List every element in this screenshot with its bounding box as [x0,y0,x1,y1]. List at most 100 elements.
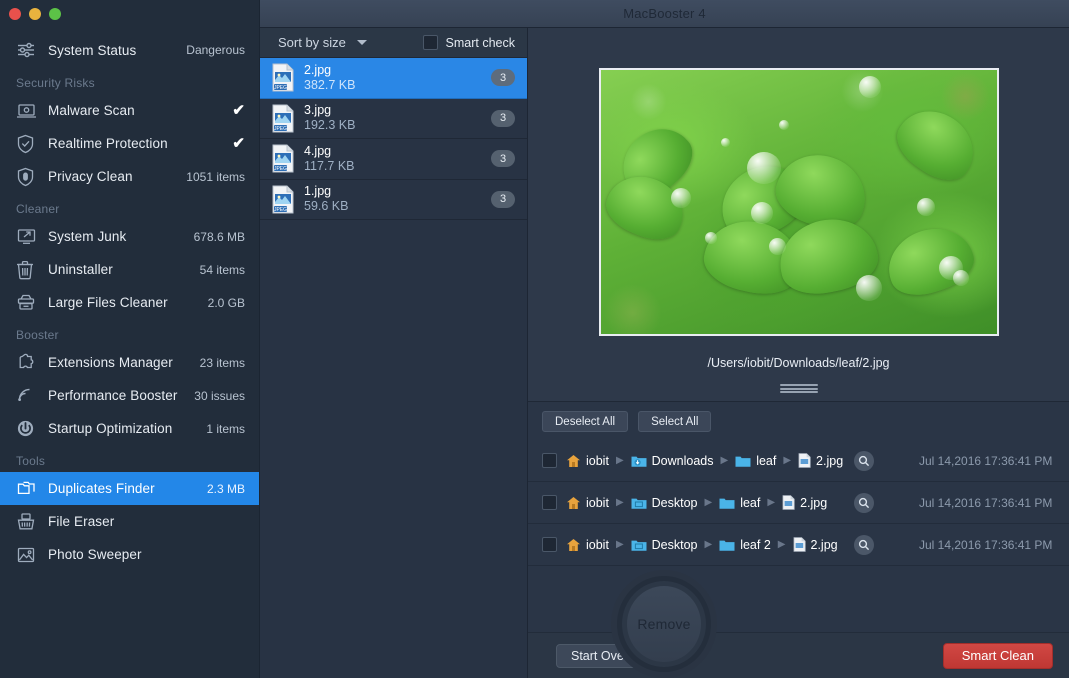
resize-handle[interactable] [779,384,818,393]
sidebar-item-label: System Junk [48,229,127,244]
selection-buttons: Deselect All Select All [528,411,1069,440]
sort-dropdown-label: Sort by size [278,35,346,50]
sidebar-item-label: Startup Optimization [48,421,173,436]
breadcrumb-item[interactable]: iobit [566,496,609,510]
breadcrumb-separator: ▶ [720,455,729,466]
breadcrumb-separator: ▶ [615,455,624,466]
list-item-text: 2.jpg 382.7 KB [304,63,482,93]
sidebar-item-value: 678.6 MB [193,229,245,244]
magnifier-icon[interactable] [854,450,874,471]
breadcrumb-separator: ▶ [767,497,776,508]
sidebar-item-realtime-protection[interactable]: Realtime Protection ✔ [0,127,259,160]
folder-icon [719,498,735,509]
smart-check-control[interactable]: Smart check [422,35,515,50]
breadcrumb-item[interactable]: leaf [719,496,760,510]
sidebar-item-large-files-cleaner[interactable]: Large Files Cleaner 2.0 GB [0,286,259,319]
smart-clean-button[interactable]: Smart Clean [942,642,1053,669]
breadcrumb-label: 2.jpg [810,537,838,552]
breadcrumb-item[interactable]: 2.jpg [793,537,838,552]
power-icon [16,419,42,438]
breadcrumb-item[interactable]: Downloads [631,454,713,468]
modified-date: Jul 14,2016 17:36:41 PM [919,495,1053,510]
row-checkbox[interactable] [542,495,557,510]
list-item-text: 1.jpg 59.6 KB [304,184,482,214]
file-name: 1.jpg [304,184,332,199]
photo-icon [16,546,42,564]
sidebar-item-performance-booster[interactable]: Performance Booster 30 issues [0,379,259,412]
sidebar-item-label: Realtime Protection [48,136,168,151]
file-name: 3.jpg [304,103,332,118]
magnifier-icon[interactable] [854,492,874,513]
file-name: 4.jpg [304,143,332,158]
breadcrumb-item[interactable]: leaf [735,454,776,468]
breadcrumb-item[interactable]: Desktop [631,496,698,510]
malware-laptop-icon [16,103,42,119]
sidebar-item-label: Extensions Manager [48,355,173,370]
sidebar-item-system-junk[interactable]: System Junk 678.6 MB [0,220,259,253]
sidebar-item-duplicates-finder[interactable]: Duplicates Finder 2.3 MB [0,472,259,505]
duplicate-count-badge: 3 [491,109,515,127]
smart-check-checkbox[interactable] [422,35,438,50]
footer-bar: Start Over Smart Clean [528,632,1069,678]
breadcrumb-separator: ▶ [783,455,792,466]
large-files-icon [16,293,42,312]
row-checkbox[interactable] [542,453,557,468]
sidebar-item-startup-optimization[interactable]: Startup Optimization 1 items [0,412,259,445]
sidebar-item-label: Uninstaller [48,262,113,277]
sidebar-group-security-risks: Security Risks [16,76,95,90]
row-checkbox[interactable] [542,537,557,552]
breadcrumb: iobit ▶ Desktop ▶ leaf 2 ▶ 2.jpg [566,537,838,552]
list-item[interactable]: JPEG 1.jpg 59.6 KB 3 [260,180,527,220]
sort-dropdown[interactable]: Sort by size [278,35,367,50]
sidebar-item-file-eraser[interactable]: File Eraser [0,505,259,538]
minimize-button[interactable] [29,8,41,20]
sidebar-item-photo-sweeper[interactable]: Photo Sweeper [0,538,259,571]
list-item[interactable]: JPEG 3.jpg 192.3 KB 3 [260,99,527,139]
list-item-text: 3.jpg 192.3 KB [304,103,482,133]
file-list[interactable]: JPEG 2.jpg 382.7 KB 3 JPEG 3.jpg 192.3 K… [260,58,527,678]
breadcrumb-item[interactable]: iobit [566,538,609,552]
breadcrumb-item[interactable]: leaf 2 [719,538,771,552]
window-controls [0,0,259,28]
breadcrumb-item[interactable]: Desktop [631,538,698,552]
desktop-folder-icon [631,540,647,551]
breadcrumb-item[interactable]: 2.jpg [798,453,843,468]
sidebar-item-label: Large Files Cleaner [48,295,168,310]
monitor-arrow-icon [16,228,42,245]
file-size: 117.7 KB [304,158,355,173]
magnifier-icon[interactable] [854,534,874,555]
jpeg-file-icon: JPEG [271,63,295,92]
breadcrumb-label: 2.jpg [800,495,828,510]
list-item[interactable]: JPEG 4.jpg 117.7 KB 3 [260,139,527,180]
sidebar-item-label: Privacy Clean [48,169,133,184]
modified-date: Jul 14,2016 17:36:41 PM [919,537,1053,552]
downloads-folder-icon [631,456,647,467]
breadcrumb-separator: ▶ [704,497,713,508]
breadcrumb-label: leaf [740,495,761,510]
sidebar-item-value: 23 items [199,355,245,370]
breadcrumb-label: leaf [756,453,777,468]
remove-button[interactable]: Remove [611,570,717,678]
svg-text:JPEG: JPEG [274,85,287,91]
deselect-all-button[interactable]: Deselect All [542,411,629,432]
table-row[interactable]: iobit ▶ Desktop ▶ leaf ▶ 2.jpg Jul 14,20… [528,482,1069,524]
select-all-button[interactable]: Select All [638,411,712,432]
breadcrumb-item[interactable]: 2.jpg [782,495,827,510]
duplicate-count-badge: 3 [491,150,515,168]
breadcrumb: iobit ▶ Desktop ▶ leaf ▶ 2.jpg [566,495,827,510]
sidebar-item-label: Malware Scan [48,103,135,118]
breadcrumb-item[interactable]: iobit [566,454,609,468]
sidebar-item-system-status[interactable]: System Status Dangerous [0,33,259,67]
sidebar-item-privacy-clean[interactable]: Privacy Clean 1051 items [0,160,259,193]
table-row[interactable]: iobit ▶ Desktop ▶ leaf 2 ▶ 2.jpg Jul 14,… [528,524,1069,566]
list-item[interactable]: JPEG 2.jpg 382.7 KB 3 [260,58,527,99]
close-button[interactable] [9,8,21,20]
folder-icon [719,540,735,551]
zoom-button[interactable] [49,8,61,20]
folder-icon [735,456,751,467]
sidebar-item-malware-scan[interactable]: Malware Scan ✔ [0,94,259,127]
sidebar-item-extensions-manager[interactable]: Extensions Manager 23 items [0,346,259,379]
sidebar-item-uninstaller[interactable]: Uninstaller 54 items [0,253,259,286]
sidebar: System Status Dangerous Security Risks M… [0,0,260,678]
table-row[interactable]: iobit ▶ Downloads ▶ leaf ▶ 2.jpg Jul 14,… [528,440,1069,482]
